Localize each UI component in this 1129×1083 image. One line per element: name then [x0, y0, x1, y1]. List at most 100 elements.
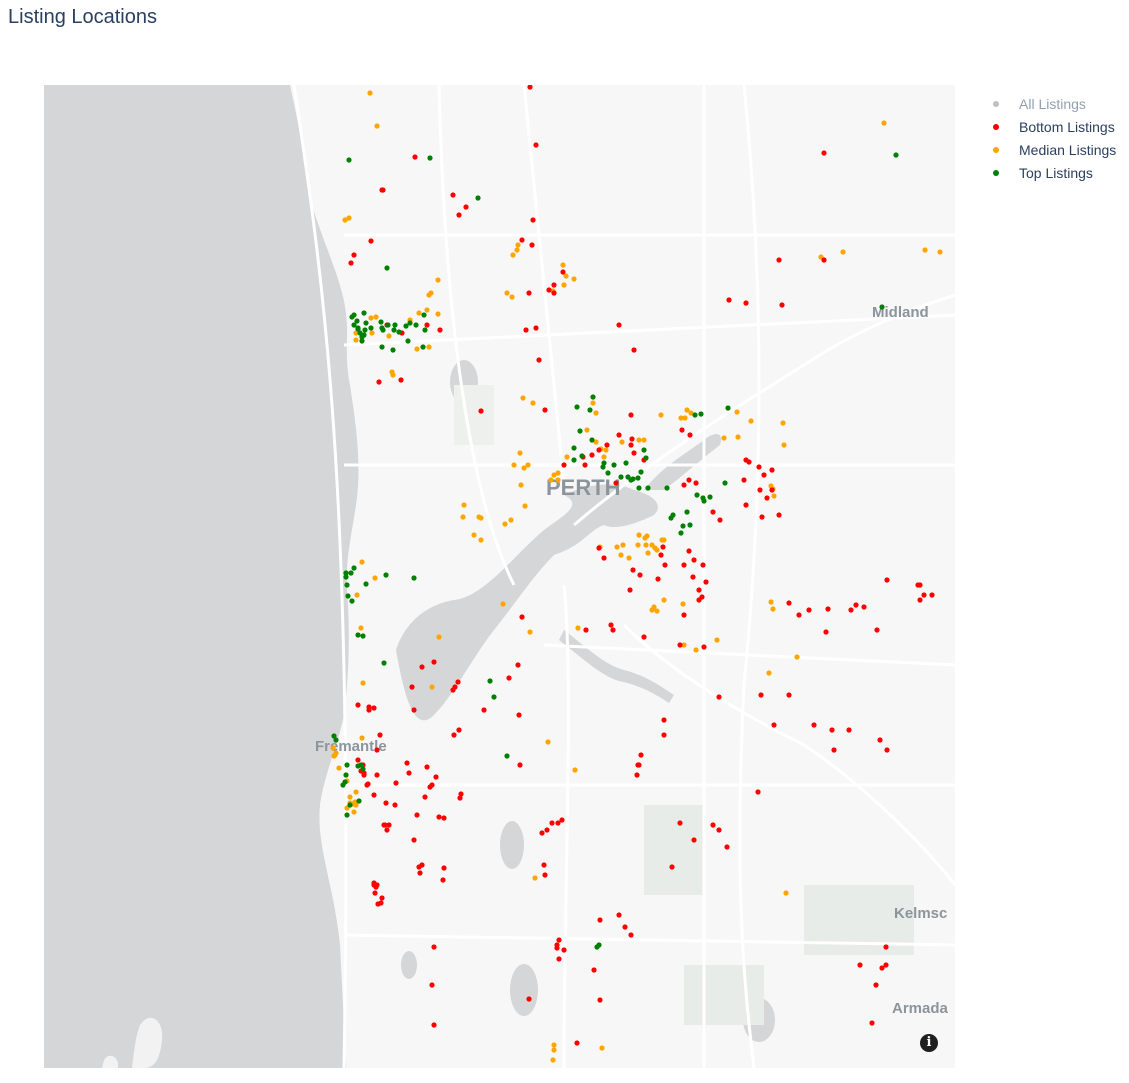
bottom-listing-marker[interactable]: [634, 772, 640, 778]
bottom-listing-marker[interactable]: [831, 747, 837, 753]
median-listing-marker[interactable]: [347, 794, 353, 800]
bottom-listing-marker[interactable]: [361, 772, 367, 778]
bottom-listing-marker[interactable]: [821, 150, 827, 156]
bottom-listing-marker[interactable]: [710, 509, 716, 515]
bottom-listing-marker[interactable]: [604, 442, 610, 448]
bottom-listing-marker[interactable]: [519, 614, 525, 620]
top-listing-marker[interactable]: [360, 633, 366, 639]
median-listing-marker[interactable]: [682, 415, 688, 421]
median-listing-marker[interactable]: [590, 400, 596, 406]
bottom-listing-marker[interactable]: [457, 795, 463, 801]
map-svg[interactable]: Midland PERTH Fremantle Kelmsc Armada: [44, 85, 955, 1068]
top-listing-marker[interactable]: [577, 428, 583, 434]
median-listing-marker[interactable]: [414, 346, 420, 352]
bottom-listing-marker[interactable]: [414, 812, 420, 818]
bottom-listing-marker[interactable]: [884, 577, 890, 583]
bottom-listing-marker[interactable]: [411, 707, 417, 713]
bottom-listing-marker[interactable]: [662, 562, 668, 568]
bottom-listing-marker[interactable]: [779, 302, 785, 308]
median-listing-marker[interactable]: [478, 537, 484, 543]
bottom-listing-marker[interactable]: [450, 192, 456, 198]
top-listing-marker[interactable]: [355, 325, 361, 331]
bottom-listing-marker[interactable]: [635, 762, 641, 768]
bottom-listing-marker[interactable]: [417, 870, 423, 876]
median-listing-marker[interactable]: [359, 735, 365, 741]
bottom-listing-marker[interactable]: [377, 732, 383, 738]
top-listing-marker[interactable]: [707, 494, 713, 500]
bottom-listing-marker[interactable]: [638, 752, 644, 758]
median-listing-marker[interactable]: [551, 472, 557, 478]
bottom-listing-marker[interactable]: [796, 612, 802, 618]
median-listing-marker[interactable]: [373, 314, 379, 320]
median-listing-marker[interactable]: [353, 789, 359, 795]
median-listing-marker[interactable]: [435, 277, 441, 283]
bottom-listing-marker[interactable]: [661, 732, 667, 738]
bottom-listing-marker[interactable]: [716, 694, 722, 700]
bottom-listing-marker[interactable]: [574, 1040, 580, 1046]
median-listing-marker[interactable]: [435, 311, 441, 317]
bottom-listing-marker[interactable]: [821, 257, 827, 263]
top-listing-marker[interactable]: [638, 469, 644, 475]
median-listing-marker[interactable]: [336, 765, 342, 771]
bottom-listing-marker[interactable]: [409, 684, 415, 690]
median-listing-marker[interactable]: [642, 535, 648, 541]
bottom-listing-marker[interactable]: [384, 827, 390, 833]
median-listing-marker[interactable]: [658, 412, 664, 418]
top-listing-marker[interactable]: [684, 509, 690, 515]
median-listing-marker[interactable]: [734, 409, 740, 415]
top-listing-marker[interactable]: [405, 338, 411, 344]
bottom-listing-marker[interactable]: [877, 737, 883, 743]
top-listing-marker[interactable]: [346, 157, 352, 163]
median-listing-marker[interactable]: [372, 575, 378, 581]
bottom-listing-marker[interactable]: [419, 664, 425, 670]
bottom-listing-marker[interactable]: [686, 477, 692, 483]
bottom-listing-marker[interactable]: [873, 982, 879, 988]
bottom-listing-marker[interactable]: [829, 727, 835, 733]
bottom-listing-marker[interactable]: [539, 830, 545, 836]
bottom-listing-marker[interactable]: [637, 572, 643, 578]
info-icon[interactable]: i: [920, 1034, 938, 1052]
top-listing-marker[interactable]: [491, 694, 497, 700]
median-listing-marker[interactable]: [369, 330, 375, 336]
bottom-listing-marker[interactable]: [551, 290, 557, 296]
bottom-listing-marker[interactable]: [431, 659, 437, 665]
median-listing-marker[interactable]: [550, 1057, 556, 1063]
bottom-listing-marker[interactable]: [355, 702, 361, 708]
bottom-listing-marker[interactable]: [536, 357, 542, 363]
bottom-listing-marker[interactable]: [437, 327, 443, 333]
median-listing-marker[interactable]: [783, 890, 789, 896]
top-listing-marker[interactable]: [411, 575, 417, 581]
median-listing-marker[interactable]: [500, 601, 506, 607]
bottom-listing-marker[interactable]: [441, 815, 447, 821]
median-listing-marker[interactable]: [346, 215, 352, 221]
bottom-listing-marker[interactable]: [660, 544, 666, 550]
top-listing-marker[interactable]: [636, 485, 642, 491]
top-listing-marker[interactable]: [420, 344, 426, 350]
bottom-listing-marker[interactable]: [759, 514, 765, 520]
bottom-listing-marker[interactable]: [884, 747, 890, 753]
bottom-listing-marker[interactable]: [761, 472, 767, 478]
median-listing-marker[interactable]: [551, 1042, 557, 1048]
top-listing-marker[interactable]: [590, 394, 596, 400]
top-listing-marker[interactable]: [701, 498, 707, 504]
bottom-listing-marker[interactable]: [516, 712, 522, 718]
bottom-listing-marker[interactable]: [542, 872, 548, 878]
top-listing-marker[interactable]: [694, 492, 700, 498]
bottom-listing-marker[interactable]: [393, 780, 399, 786]
bottom-listing-marker[interactable]: [549, 820, 555, 826]
top-listing-marker[interactable]: [379, 325, 385, 331]
bottom-listing-marker[interactable]: [758, 692, 764, 698]
median-listing-marker[interactable]: [766, 670, 772, 676]
top-listing-marker[interactable]: [641, 447, 647, 453]
bottom-listing-marker[interactable]: [526, 290, 532, 296]
bottom-listing-marker[interactable]: [424, 322, 430, 328]
median-listing-marker[interactable]: [368, 315, 374, 321]
bottom-listing-marker[interactable]: [596, 545, 602, 551]
bottom-listing-marker[interactable]: [560, 269, 566, 275]
top-listing-marker[interactable]: [611, 462, 617, 468]
bottom-listing-marker[interactable]: [690, 574, 696, 580]
top-listing-marker[interactable]: [893, 152, 899, 158]
median-listing-marker[interactable]: [603, 447, 609, 453]
top-listing-marker[interactable]: [504, 753, 510, 759]
top-listing-marker[interactable]: [383, 572, 389, 578]
